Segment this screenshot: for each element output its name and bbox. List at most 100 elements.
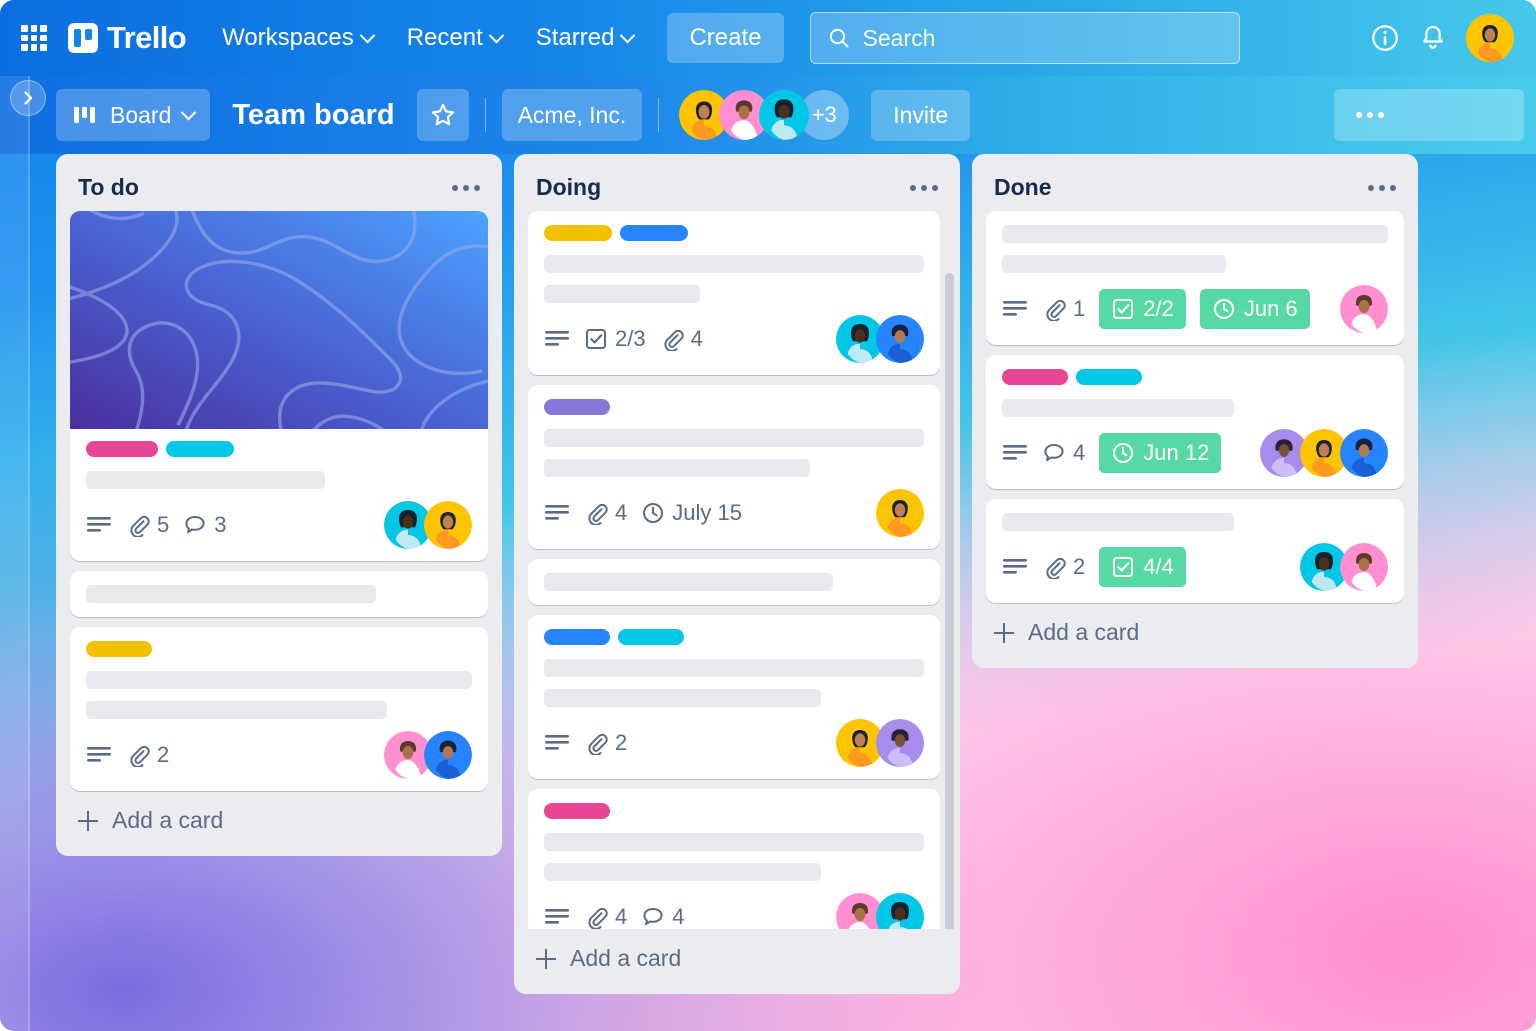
sidebar-expand-button[interactable]	[10, 80, 46, 116]
board-view-label: Board	[110, 101, 172, 128]
attachment-icon	[1046, 299, 1066, 321]
label-cyan[interactable]	[166, 441, 234, 457]
card-title-placeholder-2	[1002, 255, 1226, 273]
label-cyan[interactable]	[618, 629, 684, 645]
card[interactable]: 4 Jun 12	[986, 355, 1404, 489]
add-card-button-to-do[interactable]: Add a card	[56, 791, 502, 852]
info-icon[interactable]	[1370, 23, 1400, 53]
label-pink[interactable]	[1002, 369, 1068, 385]
account-avatar[interactable]	[1466, 14, 1514, 62]
member-avatar[interactable]	[424, 501, 472, 549]
create-button[interactable]: Create	[667, 13, 784, 63]
description-icon	[545, 735, 569, 750]
member-avatar[interactable]	[759, 90, 810, 140]
card-title-placeholder	[86, 671, 472, 689]
description-icon	[545, 331, 569, 346]
more-options-icon[interactable]	[910, 184, 938, 191]
label-blue[interactable]	[544, 629, 610, 645]
member-avatar[interactable]	[876, 893, 924, 929]
nav-workspaces[interactable]: Workspaces	[210, 16, 385, 60]
label-yellow[interactable]	[86, 641, 152, 657]
description-badge	[1002, 556, 1028, 578]
add-card-button-done[interactable]: Add a card	[972, 603, 1418, 664]
list-cards: 1 2/2 Jun 6 4 Jun 12 2 4/4	[972, 211, 1418, 603]
card-badges: 4 Jun 12	[1002, 429, 1388, 477]
description-badge	[1002, 442, 1028, 464]
apps-grid-icon[interactable]	[16, 20, 52, 56]
card[interactable]: 1 2/2 Jun 6	[986, 211, 1404, 345]
board-lists: To do 5 3 2 Add a card Doing 2/3 4 4 Jul…	[56, 154, 1418, 994]
description-badge	[544, 906, 570, 928]
add-card-label: Add a card	[1028, 619, 1140, 645]
brand-name: Trello	[107, 20, 187, 55]
nav-recent[interactable]: Recent	[395, 16, 514, 60]
description-icon	[1003, 559, 1027, 574]
list-scrollbar[interactable]	[945, 273, 954, 929]
more-options-icon[interactable]	[452, 184, 480, 191]
label-cyan[interactable]	[1076, 369, 1142, 385]
attachment-icon	[1046, 557, 1066, 579]
trello-board-page: Trello Workspaces Recent Starred Create …	[0, 0, 1536, 1031]
attachment-count: 1	[1073, 296, 1086, 321]
card[interactable]: 2/3 4	[528, 211, 940, 375]
label-pink[interactable]	[544, 803, 610, 819]
workspace-button[interactable]: Acme, Inc.	[501, 89, 643, 141]
card-badges: 2 4/4	[1002, 543, 1388, 591]
due-date-text: Jun 6	[1243, 296, 1298, 321]
card-members	[384, 501, 472, 549]
attachment-icon	[130, 515, 150, 537]
sidebar-strip	[0, 76, 28, 1031]
nav-starred[interactable]: Starred	[524, 16, 646, 60]
card[interactable]: 2	[528, 615, 940, 779]
clock-icon	[1213, 299, 1234, 319]
description-badge	[86, 514, 112, 536]
board-menu-button[interactable]	[1334, 89, 1524, 141]
card[interactable]: 4 July 15	[528, 385, 940, 549]
checklist-icon	[586, 329, 606, 349]
clock-icon	[1113, 443, 1134, 463]
attachment-badge: 1	[1042, 296, 1085, 322]
member-avatar[interactable]	[876, 315, 924, 363]
card[interactable]	[70, 571, 488, 617]
member-avatar[interactable]	[424, 731, 472, 779]
card-title-placeholder	[1002, 513, 1234, 531]
header-divider	[484, 98, 486, 132]
trello-logo[interactable]: Trello	[68, 20, 187, 56]
comment-count: 4	[672, 904, 685, 929]
card-members	[1300, 543, 1388, 591]
add-card-button-doing[interactable]: Add a card	[514, 929, 960, 990]
card-labels	[544, 225, 924, 241]
attachment-badge: 4	[584, 500, 627, 526]
member-avatar[interactable]	[1340, 543, 1388, 591]
board-header-bar: Board Team board Acme, Inc. +3 Invite	[0, 76, 1536, 154]
label-pink[interactable]	[86, 441, 158, 457]
list-cards: 5 3 2	[56, 211, 502, 791]
label-blue[interactable]	[620, 225, 688, 241]
search-placeholder: Search	[862, 24, 936, 51]
checklist-icon	[1113, 557, 1134, 577]
label-yellow[interactable]	[544, 225, 612, 241]
card[interactable]: 5 3	[70, 211, 488, 561]
member-avatar[interactable]	[876, 719, 924, 767]
card[interactable]: 4 4	[528, 789, 940, 929]
chevron-down-icon	[359, 27, 375, 43]
member-avatar[interactable]	[1340, 429, 1388, 477]
card-title-placeholder	[544, 659, 924, 677]
member-avatar[interactable]	[1340, 285, 1388, 333]
star-icon	[431, 103, 454, 126]
board-view-switcher[interactable]: Board	[56, 89, 211, 141]
invite-button[interactable]: Invite	[871, 89, 971, 141]
notifications-bell-icon[interactable]	[1418, 23, 1448, 53]
search-input[interactable]: Search	[809, 12, 1240, 64]
card[interactable]: 2	[70, 627, 488, 791]
card[interactable]	[528, 559, 940, 605]
attachment-count: 4	[615, 500, 628, 525]
star-board-button[interactable]	[416, 89, 469, 141]
description-icon	[87, 517, 111, 532]
card-badges: 1 2/2 Jun 6	[1002, 285, 1388, 333]
label-purple[interactable]	[544, 399, 610, 415]
member-avatar[interactable]	[876, 489, 924, 537]
nav-recent-label: Recent	[406, 24, 483, 51]
more-options-icon[interactable]	[1368, 184, 1396, 191]
card[interactable]: 2 4/4	[986, 499, 1404, 603]
